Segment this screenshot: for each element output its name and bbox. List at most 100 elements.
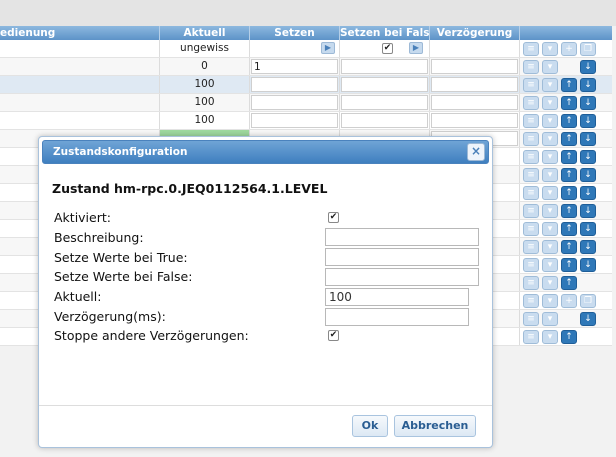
copy-icon[interactable]: ❐: [580, 42, 596, 56]
arrow-down-icon[interactable]: ↓: [580, 222, 596, 236]
list-icon[interactable]: ≡: [523, 312, 539, 326]
list-icon[interactable]: ≡: [523, 222, 539, 236]
list-icon[interactable]: ≡: [523, 96, 539, 110]
col-header-setzen[interactable]: Setzen: [250, 26, 340, 40]
arrow-up-icon[interactable]: ↑: [561, 258, 577, 272]
delay-input[interactable]: [431, 95, 518, 110]
close-icon[interactable]: ×: [467, 143, 485, 161]
setze-true-input[interactable]: [325, 248, 479, 266]
trash-icon[interactable]: ▾: [542, 204, 558, 218]
dialog-titlebar[interactable]: Zustandskonfiguration ×: [42, 140, 489, 164]
trash-icon[interactable]: ▾: [542, 132, 558, 146]
delay-input[interactable]: [431, 77, 518, 92]
arrow-up-icon[interactable]: ↑: [561, 132, 577, 146]
arrow-down-icon[interactable]: ↓: [580, 60, 596, 74]
list-icon[interactable]: ≡: [523, 60, 539, 74]
list-icon[interactable]: ≡: [523, 258, 539, 272]
setzen-input[interactable]: [251, 95, 338, 110]
trash-icon[interactable]: ▾: [542, 96, 558, 110]
list-icon[interactable]: ≡: [523, 294, 539, 308]
arrow-down-icon[interactable]: ↓: [580, 96, 596, 110]
ok-button[interactable]: Ok: [352, 415, 388, 437]
setzen-input[interactable]: [251, 113, 338, 128]
list-icon[interactable]: ≡: [523, 78, 539, 92]
col-header-setzen-bei-false[interactable]: Setzen bei False: [340, 26, 430, 40]
delay-input[interactable]: [431, 113, 518, 128]
aktuell-input[interactable]: 100: [325, 288, 469, 306]
trash-icon[interactable]: ▾: [542, 240, 558, 254]
arrow-up-icon[interactable]: ↑: [561, 222, 577, 236]
list-icon[interactable]: ≡: [523, 276, 539, 290]
table-row[interactable]: ungewiss ▶ ✔ ▶ ≡ ▾ + ❐: [0, 40, 612, 58]
trash-icon[interactable]: ▾: [542, 276, 558, 290]
setzen-input[interactable]: [251, 77, 338, 92]
trash-icon[interactable]: ▾: [542, 186, 558, 200]
list-icon[interactable]: ≡: [523, 240, 539, 254]
trash-icon[interactable]: ▾: [542, 42, 558, 56]
add-icon[interactable]: +: [561, 294, 577, 308]
list-icon[interactable]: ≡: [523, 42, 539, 56]
trash-icon[interactable]: ▾: [542, 78, 558, 92]
arrow-down-icon[interactable]: ↓: [580, 114, 596, 128]
table-row[interactable]: 0 1 ≡ ▾ ↓: [0, 58, 612, 76]
trash-icon[interactable]: ▾: [542, 150, 558, 164]
arrow-up-icon[interactable]: ↑: [561, 204, 577, 218]
arrow-up-icon[interactable]: ↑: [561, 114, 577, 128]
col-header-aktuell[interactable]: Aktuell: [160, 26, 250, 40]
trash-icon[interactable]: ▾: [542, 312, 558, 326]
cancel-button[interactable]: Abbrechen: [394, 415, 476, 437]
aktiviert-checkbox[interactable]: ✔: [328, 212, 339, 223]
setzen-false-input[interactable]: [341, 113, 428, 128]
trash-icon[interactable]: ▾: [542, 114, 558, 128]
arrow-down-icon[interactable]: ↓: [580, 204, 596, 218]
arrow-down-icon[interactable]: ↓: [580, 150, 596, 164]
trash-icon[interactable]: ▾: [542, 60, 558, 74]
arrow-up-icon[interactable]: ↑: [561, 96, 577, 110]
trash-icon[interactable]: ▾: [542, 222, 558, 236]
setzen-false-input[interactable]: [341, 95, 428, 110]
arrow-down-icon[interactable]: ↓: [580, 168, 596, 182]
trash-icon[interactable]: ▾: [542, 168, 558, 182]
arrow-up-icon[interactable]: ↑: [561, 276, 577, 290]
setze-false-input[interactable]: [325, 268, 479, 286]
list-icon[interactable]: ≡: [523, 330, 539, 344]
beschreibung-input[interactable]: [325, 228, 479, 246]
arrow-up-icon[interactable]: ↑: [561, 78, 577, 92]
list-icon[interactable]: ≡: [523, 168, 539, 182]
trash-icon[interactable]: ▾: [542, 294, 558, 308]
arrow-down-icon[interactable]: ↓: [580, 240, 596, 254]
list-icon[interactable]: ≡: [523, 114, 539, 128]
arrow-up-icon[interactable]: ↑: [561, 150, 577, 164]
play-icon[interactable]: ▶: [321, 42, 335, 54]
stoppe-checkbox[interactable]: ✔: [328, 330, 339, 341]
arrow-up-icon[interactable]: ↑: [561, 330, 577, 344]
trash-icon[interactable]: ▾: [542, 330, 558, 344]
arrow-down-icon[interactable]: ↓: [580, 312, 596, 326]
setzen-false-input[interactable]: [341, 59, 428, 74]
arrow-up-icon[interactable]: ↑: [561, 168, 577, 182]
list-icon[interactable]: ≡: [523, 204, 539, 218]
table-row[interactable]: 100 ≡ ▾ ↑ ↓: [0, 76, 612, 94]
row-checkbox[interactable]: ✔: [382, 42, 393, 54]
trash-icon[interactable]: ▾: [542, 258, 558, 272]
col-header-verzoegerung[interactable]: Verzögerung: [430, 26, 520, 40]
arrow-down-icon[interactable]: ↓: [580, 132, 596, 146]
verzoegerung-input[interactable]: [325, 308, 469, 326]
play-icon[interactable]: ▶: [409, 42, 423, 54]
setzen-false-input[interactable]: [341, 77, 428, 92]
list-icon[interactable]: ≡: [523, 186, 539, 200]
delay-input[interactable]: [431, 59, 518, 74]
list-icon[interactable]: ≡: [523, 150, 539, 164]
arrow-down-icon[interactable]: ↓: [580, 78, 596, 92]
copy-icon[interactable]: ❐: [580, 294, 596, 308]
setzen-input[interactable]: 1: [251, 59, 338, 74]
arrow-up-icon[interactable]: ↑: [561, 240, 577, 254]
arrow-down-icon[interactable]: ↓: [580, 258, 596, 272]
add-icon[interactable]: +: [561, 42, 577, 56]
table-row[interactable]: 100 ≡ ▾ ↑ ↓: [0, 112, 612, 130]
col-header-bedienung[interactable]: edienung: [0, 26, 160, 40]
table-row[interactable]: 100 ≡ ▾ ↑ ↓: [0, 94, 612, 112]
arrow-down-icon[interactable]: ↓: [580, 186, 596, 200]
arrow-up-icon[interactable]: ↑: [561, 186, 577, 200]
list-icon[interactable]: ≡: [523, 132, 539, 146]
